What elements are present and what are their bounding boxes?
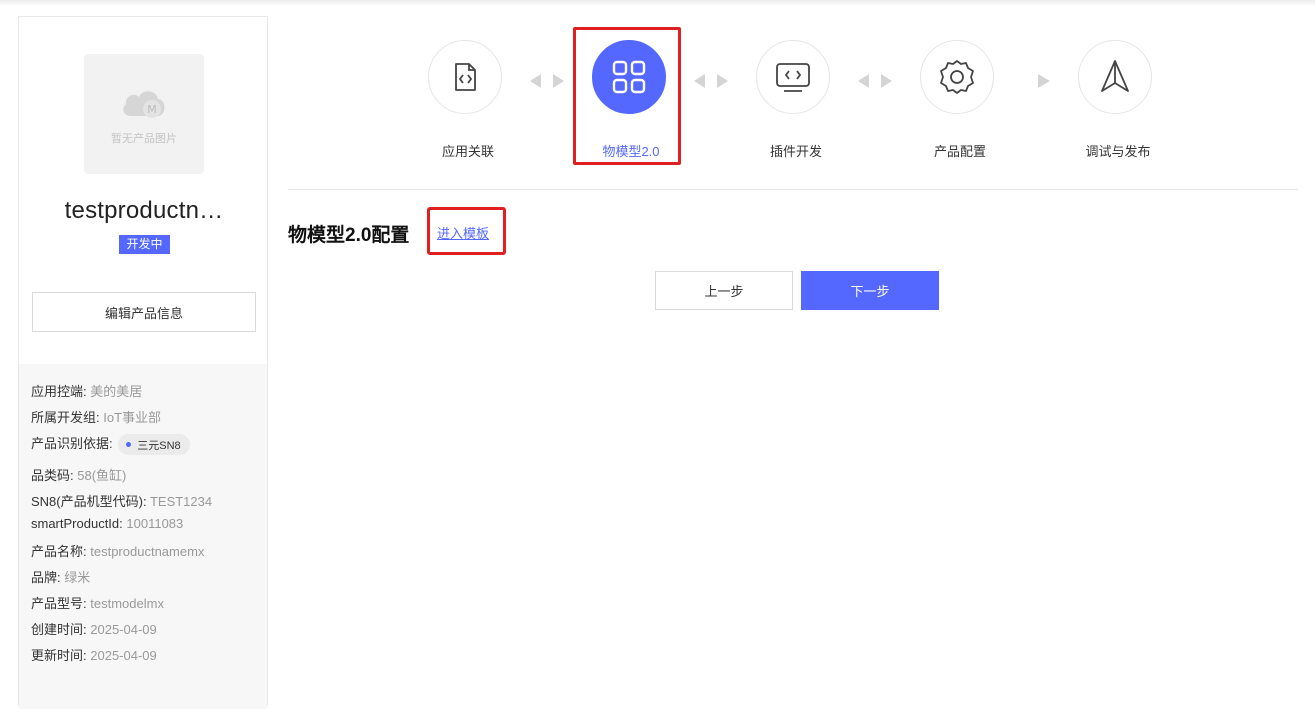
cloud-icon: M [123, 91, 165, 118]
step-app-association[interactable] [428, 40, 502, 114]
info-value: 绿米 [64, 570, 91, 585]
step-debug-publish[interactable] [1078, 40, 1152, 114]
id-basis-chip: 三元SN8 [118, 434, 190, 456]
section-title: 物模型2.0配置 [288, 225, 410, 246]
code-file-icon [455, 63, 476, 91]
info-key: 应用控端: [31, 384, 87, 399]
info-key: 产品识别依据: [31, 436, 113, 451]
info-key: 创建时间: [31, 622, 87, 637]
product-sidebar: M 暂无产品图片 testproductn… 开发中 编辑产品信息 应用控端: … [18, 16, 268, 709]
svg-text:M: M [147, 103, 157, 116]
status-badge: 开发中 [119, 235, 170, 254]
divider [288, 189, 1298, 190]
product-name-title: testproductn… [64, 197, 224, 224]
info-value: 2025-04-09 [90, 648, 157, 663]
gear-icon [940, 60, 974, 94]
info-smart-product-id: smartProductId: 10011083 [31, 516, 183, 531]
step-label-app-association: 应用关联 [441, 144, 494, 159]
info-id-basis: 产品识别依据: 三元SN8 [31, 433, 190, 456]
next-step-button[interactable]: 下一步 [801, 271, 939, 310]
info-product-name: 产品名称: testproductnamemx [31, 541, 204, 560]
paper-plane-icon [1101, 60, 1129, 92]
highlight-box-link [427, 207, 506, 255]
info-value: TEST1234 [149, 494, 213, 509]
info-key: 更新时间: [31, 648, 87, 663]
info-created: 创建时间: 2025-04-09 [31, 619, 157, 638]
info-updated: 更新时间: 2025-04-09 [31, 645, 157, 664]
info-key: smartProductId: [31, 516, 123, 531]
info-key: 产品型号: [31, 596, 87, 611]
top-shadow [0, 0, 1315, 6]
info-key: 品类码: [31, 468, 74, 483]
highlight-box-step [573, 27, 681, 165]
info-value: testmodelmx [90, 596, 164, 611]
info-brand: 品牌: 绿米 [31, 567, 90, 586]
product-info-panel: 应用控端: 美的美居 所属开发组: IoT事业部 产品识别依据: 三元SN8 品… [19, 364, 267, 709]
info-app-control: 应用控端: 美的美居 [31, 381, 142, 400]
info-sn8: SN8(产品机型代码): TEST1234 [31, 491, 212, 510]
chip-label: 三元SN8 [137, 439, 181, 452]
info-key: 品牌: [31, 570, 61, 585]
info-value: 美的美居 [90, 384, 143, 399]
prev-step-button[interactable]: 上一步 [655, 271, 793, 310]
info-value: testproductnamemx [90, 544, 205, 559]
no-image-text: 暂无产品图片 [111, 133, 177, 145]
edit-product-button[interactable]: 编辑产品信息 [32, 292, 256, 332]
product-image-placeholder: M 暂无产品图片 [84, 54, 204, 174]
double-arrow-icon [858, 74, 892, 88]
step-label-product-config: 产品配置 [933, 144, 986, 159]
chip-dot-icon [126, 442, 132, 448]
double-arrow-icon [694, 74, 728, 88]
info-key: SN8(产品机型代码): [31, 494, 147, 509]
info-value: 2025-04-09 [90, 622, 157, 637]
step-plugin-dev[interactable] [756, 40, 830, 114]
info-model: 产品型号: testmodelmx [31, 593, 164, 612]
step-product-config[interactable] [920, 40, 994, 114]
info-value: 10011083 [126, 516, 184, 531]
double-arrow-icon [530, 74, 564, 88]
monitor-code-icon [776, 63, 810, 92]
arrow-right-icon [1038, 74, 1050, 88]
step-label-plugin-dev: 插件开发 [769, 144, 822, 159]
info-value: 58(鱼缸) [77, 468, 127, 483]
info-category-code: 品类码: 58(鱼缸) [31, 465, 126, 484]
info-value: IoT事业部 [103, 410, 162, 425]
step-label-debug-publish: 调试与发布 [1085, 144, 1151, 159]
info-key: 产品名称: [31, 544, 87, 559]
info-dev-group: 所属开发组: IoT事业部 [31, 407, 161, 426]
info-key: 所属开发组: [31, 410, 100, 425]
